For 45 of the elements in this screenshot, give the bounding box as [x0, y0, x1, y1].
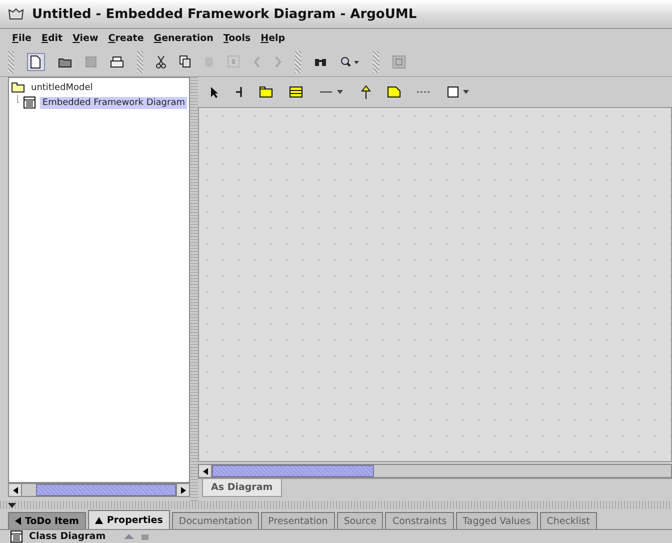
detail-tab[interactable]: ToDo Item — [8, 512, 86, 529]
menu-item[interactable]: Edit — [41, 32, 63, 44]
dashed-line-icon[interactable] — [417, 90, 431, 94]
tree-item[interactable]: untitledModel — [29, 82, 95, 94]
tree-item[interactable]: Embedded Framework Diagram — [40, 96, 187, 108]
left-triangle-icon — [15, 517, 21, 525]
menu-item[interactable]: File — [12, 32, 32, 44]
binoculars-icon[interactable] — [314, 56, 327, 67]
line-dropdown-icon[interactable] — [319, 88, 345, 96]
diagram-icon — [23, 96, 36, 109]
up-triangle-icon — [94, 516, 103, 524]
scroll-right-icon[interactable] — [180, 486, 186, 494]
zoom-icon[interactable] — [340, 56, 360, 68]
horizontal-scrollbar[interactable] — [198, 464, 672, 478]
menu-item[interactable]: Tools — [223, 32, 251, 44]
window-title: Untitled - Embedded Framework Diagram - ArgoUML — [32, 6, 417, 22]
rectangle-dropdown-icon[interactable] — [447, 86, 471, 98]
scroll-left-icon[interactable] — [12, 486, 18, 494]
properties-title: Class Diagram — [29, 531, 106, 542]
package-icon — [11, 82, 25, 93]
collapse-arrow-icon[interactable] — [8, 502, 16, 508]
generalization-arrow-icon[interactable] — [361, 84, 371, 100]
menu-item[interactable]: Create — [108, 32, 144, 44]
print-icon[interactable] — [110, 56, 124, 68]
folder-icon[interactable] — [58, 56, 72, 68]
menu-item[interactable]: Generation — [154, 32, 214, 44]
menu-item[interactable]: View — [72, 32, 98, 44]
cut-icon[interactable] — [156, 54, 166, 68]
copy-icon[interactable] — [179, 55, 191, 68]
diagram-icon — [10, 530, 23, 543]
app-icon — [8, 8, 24, 20]
horizontal-scrollbar[interactable] — [8, 483, 190, 497]
detail-tab[interactable]: Properties — [88, 510, 170, 529]
toolbar-grip[interactable] — [137, 50, 143, 72]
diagram-tab[interactable]: As Diagram — [202, 479, 282, 497]
class-icon[interactable] — [289, 86, 303, 98]
scroll-left-icon[interactable] — [202, 468, 208, 474]
package-icon[interactable] — [259, 86, 273, 98]
note-icon[interactable] — [387, 86, 401, 98]
toolbar-grip[interactable] — [373, 50, 379, 72]
menu-item[interactable]: Help — [260, 32, 286, 44]
select-arrow-icon[interactable] — [210, 86, 219, 98]
toolbar-grip[interactable] — [8, 50, 14, 72]
toolbar-grip[interactable] — [295, 50, 301, 72]
new-file-icon[interactable] — [27, 52, 45, 70]
